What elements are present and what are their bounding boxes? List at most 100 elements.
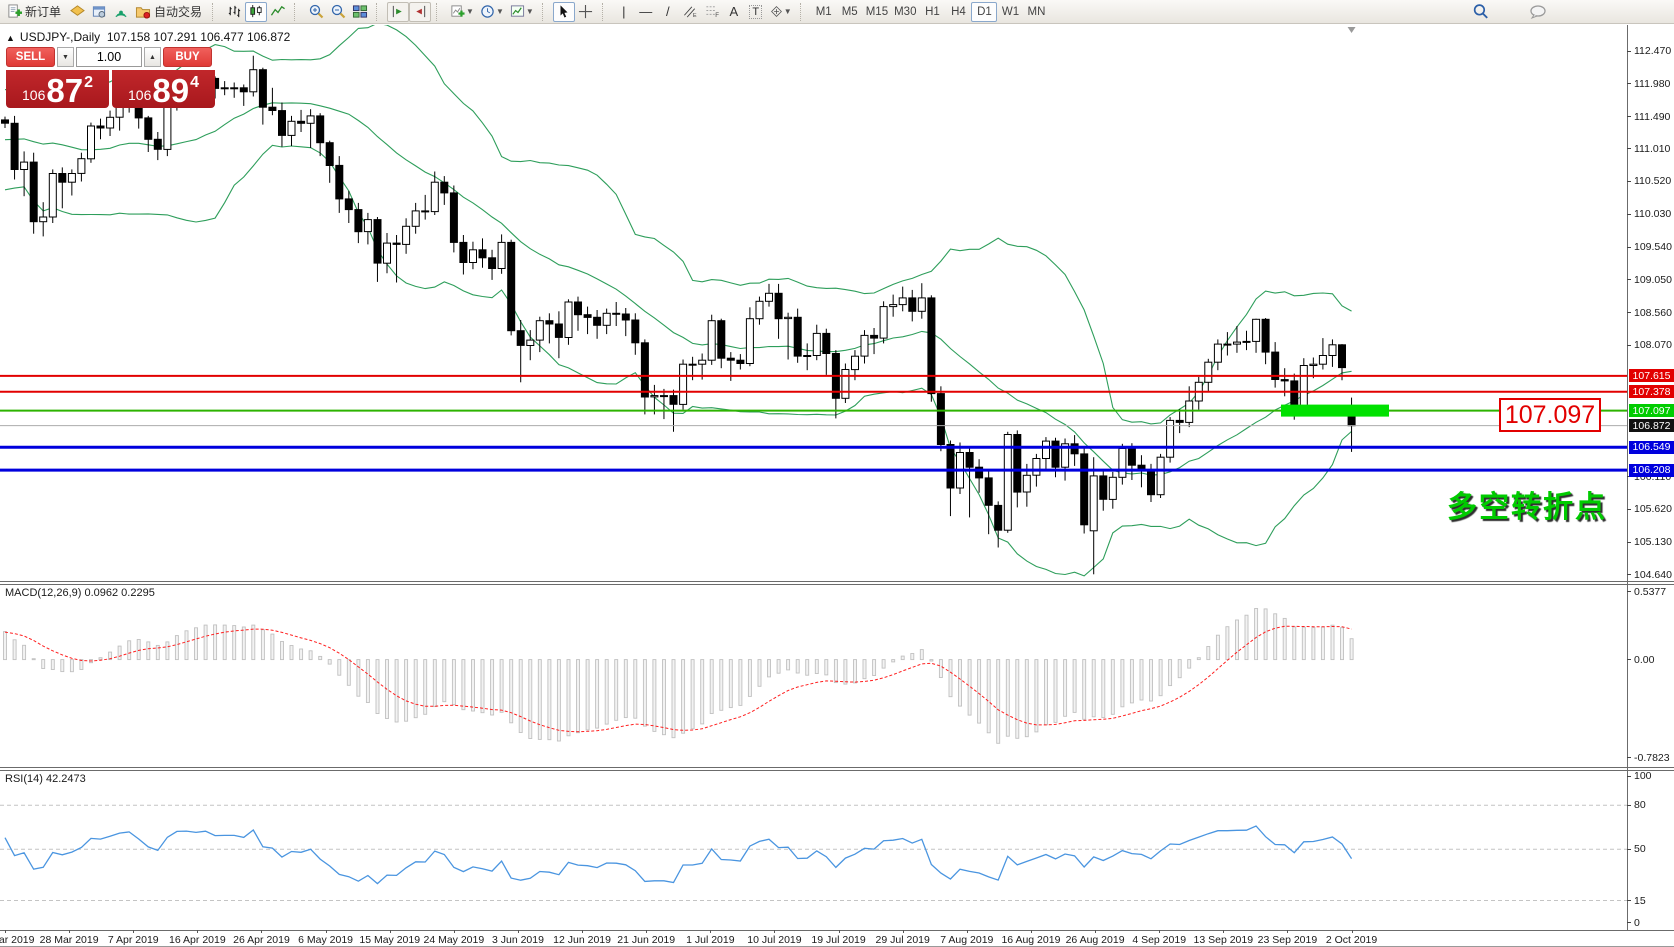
- auto-scroll-button[interactable]: [409, 2, 431, 22]
- time-tick-label: 16 Aug 2019: [1001, 934, 1060, 946]
- panel-separator[interactable]: [0, 767, 1674, 768]
- cursor-button[interactable]: [553, 2, 575, 22]
- price-scale[interactable]: 112.470111.980111.490111.010110.520110.0…: [1628, 24, 1674, 930]
- macd-tick-mark: [1627, 757, 1631, 758]
- chart-window[interactable]: ▲USDJPY-,Daily 107.158 107.291 106.477 1…: [0, 24, 1674, 946]
- price-tick-label: 108.560: [1634, 307, 1672, 319]
- price-tick-mark: [1627, 345, 1631, 346]
- new-chart-icon: [450, 4, 465, 19]
- timeframe-m5[interactable]: M5: [837, 2, 863, 22]
- fibonacci-tool[interactable]: F: [701, 2, 723, 22]
- timeframe-m15[interactable]: M15: [863, 2, 891, 22]
- price-tick-label: 111.010: [1634, 143, 1670, 155]
- rsi-tick-mark: [1627, 922, 1631, 923]
- time-tick-mark: [710, 930, 711, 933]
- volume-decrease-button[interactable]: ▼: [57, 47, 74, 67]
- price-tick-label: 112.470: [1634, 45, 1671, 57]
- time-tick-mark: [1287, 930, 1288, 933]
- macd-panel-canvas[interactable]: [0, 585, 1627, 767]
- time-tick-label: 26 Aug 2019: [1066, 934, 1125, 946]
- line-chart-button[interactable]: [267, 2, 289, 22]
- search-button[interactable]: [1469, 2, 1492, 22]
- toolbar-group-objects: ▼ ▼ ▼: [447, 1, 537, 23]
- buy-button[interactable]: BUY: [163, 47, 212, 67]
- time-tick-label: 1 Jul 2019: [686, 934, 734, 946]
- periods-dropdown[interactable]: ▼: [477, 2, 507, 22]
- market-watch-button[interactable]: [88, 2, 110, 22]
- time-tick-mark: [261, 930, 262, 933]
- chart-symbol-period: USDJPY-,Daily: [20, 30, 100, 44]
- text-tool[interactable]: A: [723, 2, 745, 22]
- price-tick-mark: [1627, 247, 1631, 248]
- trendline-tool[interactable]: /: [657, 2, 679, 22]
- layouts-button[interactable]: [66, 2, 88, 22]
- auto-trading-button[interactable]: 自动交易: [132, 2, 207, 22]
- price-tick-label: 110.520: [1634, 175, 1671, 187]
- time-tick-mark: [1352, 930, 1353, 933]
- time-tick-mark: [1095, 930, 1096, 933]
- toolbar-group-right: [1469, 1, 1550, 23]
- auto-scroll-icon: [412, 4, 428, 19]
- chart-shift-button[interactable]: [387, 2, 409, 22]
- price-tick-mark: [1627, 214, 1631, 215]
- arrows-dropdown[interactable]: ▼: [767, 2, 795, 22]
- new-order-label: 新订单: [25, 3, 61, 20]
- tile-windows-button[interactable]: [349, 2, 371, 22]
- sell-button[interactable]: SELL: [6, 47, 55, 67]
- timeframe-h4[interactable]: H4: [945, 2, 971, 22]
- zoom-in-button[interactable]: [305, 2, 327, 22]
- time-tick-label: 19 Mar 2019: [0, 934, 34, 946]
- time-tick-label: 10 Jul 2019: [747, 934, 801, 946]
- rsi-scale-label: 100: [1634, 770, 1652, 782]
- oneclick-collapse-icon[interactable]: ▲: [6, 33, 15, 43]
- new-order-icon: [7, 4, 22, 19]
- time-tick-mark: [1223, 930, 1224, 933]
- sell-price-panel[interactable]: 106 87 2: [6, 70, 109, 108]
- volume-input[interactable]: [76, 47, 142, 67]
- templates-dropdown[interactable]: ▼: [507, 2, 537, 22]
- chat-button[interactable]: [1526, 2, 1550, 22]
- vertical-line-tool[interactable]: |: [613, 2, 635, 22]
- timeframe-w1[interactable]: W1: [997, 2, 1023, 22]
- time-tick-label: 15 May 2019: [359, 934, 420, 946]
- sell-price-point: 2: [84, 74, 93, 92]
- text-label-tool[interactable]: T: [745, 2, 767, 22]
- time-tick-mark: [774, 930, 775, 933]
- time-tick-label: 29 Jul 2019: [876, 934, 930, 946]
- price-tick-label: 109.050: [1634, 274, 1672, 286]
- price-callout-box[interactable]: 107.097: [1499, 398, 1601, 432]
- price-level-label: 106.872: [1629, 419, 1674, 432]
- timeframe-m30[interactable]: M30: [891, 2, 919, 22]
- timeframe-h1[interactable]: H1: [919, 2, 945, 22]
- timeframe-mn[interactable]: MN: [1023, 2, 1049, 22]
- one-click-prices-row: 106 87 2 106 89 4: [6, 70, 219, 108]
- new-chart-dropdown[interactable]: ▼: [447, 2, 477, 22]
- horizontal-line-tool[interactable]: —: [635, 2, 657, 22]
- main-chart-canvas[interactable]: [0, 25, 1627, 580]
- rsi-panel-canvas[interactable]: [0, 771, 1627, 930]
- price-tick-mark: [1627, 574, 1631, 575]
- timeframe-d1[interactable]: D1: [971, 2, 997, 22]
- time-tick-label: 3 Jun 2019: [492, 934, 544, 946]
- timeframe-m1[interactable]: M1: [811, 2, 837, 22]
- cursor-icon: [557, 4, 571, 19]
- chart-shift-icon: [390, 4, 406, 19]
- toolbar-group-cursor: [553, 1, 597, 23]
- main-toolbar: 新订单 自动交易 ▼ ▼: [0, 0, 1674, 24]
- buy-price-panel[interactable]: 106 89 4: [112, 70, 215, 108]
- signals-button[interactable]: [110, 2, 132, 22]
- new-order-button[interactable]: 新订单: [4, 2, 66, 22]
- channel-tool[interactable]: E: [679, 2, 701, 22]
- market-watch-icon: [91, 4, 107, 19]
- turning-point-annotation[interactable]: 多空转折点: [1447, 482, 1607, 526]
- time-axis[interactable]: 19 Mar 201928 Mar 20197 Apr 201916 Apr 2…: [0, 930, 1627, 946]
- bar-chart-button[interactable]: [223, 2, 245, 22]
- crosshair-button[interactable]: [575, 2, 597, 22]
- macd-tick-mark: [1627, 659, 1631, 660]
- zoom-out-button[interactable]: [327, 2, 349, 22]
- panel-separator[interactable]: [0, 581, 1674, 582]
- volume-increase-button[interactable]: ▲: [144, 47, 161, 67]
- candlestick-chart-button[interactable]: [245, 2, 267, 22]
- svg-text:E: E: [693, 13, 697, 19]
- time-tick-mark: [69, 930, 70, 933]
